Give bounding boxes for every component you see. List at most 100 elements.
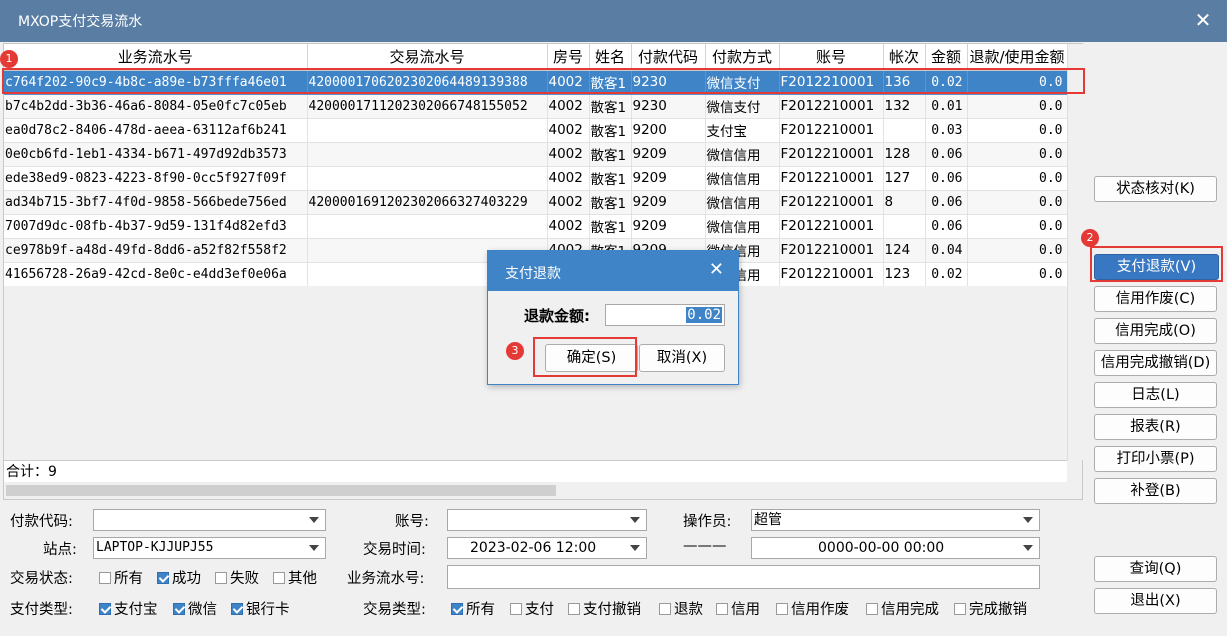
- checkbox-option[interactable]: 支付撤销: [568, 598, 641, 619]
- credit-complete-undo-button[interactable]: 信用完成撤销(D): [1094, 350, 1217, 376]
- checkbox-checked-icon[interactable]: [157, 572, 169, 584]
- column-header[interactable]: 退款/使用金额: [967, 44, 1067, 71]
- checkbox-unchecked-icon[interactable]: [954, 603, 966, 615]
- station-select[interactable]: LAPTOP-KJJUPJ55: [93, 537, 326, 559]
- checkbox-unchecked-icon[interactable]: [776, 603, 788, 615]
- time-to-picker[interactable]: 0000-00-00 00:00: [751, 537, 1040, 559]
- close-icon[interactable]: ✕: [1191, 6, 1215, 34]
- checkbox-checked-icon[interactable]: [231, 603, 243, 615]
- credit-complete-button[interactable]: 信用完成(O): [1094, 318, 1217, 344]
- table-cell: 123: [883, 262, 926, 286]
- checkbox-option[interactable]: 退款: [659, 598, 703, 619]
- table-row[interactable]: c764f202-90c9-4b8c-a89e-b73fffa46e01 4200…: [4, 70, 1067, 95]
- checkbox-option[interactable]: 支付: [510, 598, 554, 619]
- table-row[interactable]: ede38ed9-0823-4223-8f90-0cc5f927f09f 4002…: [4, 166, 1067, 191]
- column-header[interactable]: 帐次: [883, 44, 926, 71]
- table-cell: 散客1: [589, 70, 632, 95]
- column-header[interactable]: 房号: [547, 44, 590, 71]
- checkbox-checked-icon[interactable]: [173, 603, 185, 615]
- time-from-picker[interactable]: 2023-02-06 12:00: [447, 537, 647, 559]
- table-cell: F2012210001: [779, 142, 884, 167]
- pay-code-select[interactable]: [93, 509, 326, 531]
- checkbox-checked-icon[interactable]: [451, 603, 463, 615]
- checkbox-option[interactable]: 信用: [716, 598, 760, 619]
- column-header[interactable]: 交易流水号: [307, 44, 548, 71]
- table-row[interactable]: ea0d78c2-8406-478d-aeea-63112af6b241 4002…: [4, 118, 1067, 143]
- checkbox-option[interactable]: 完成撤销: [954, 598, 1027, 619]
- checkbox-unchecked-icon[interactable]: [99, 572, 111, 584]
- checkbox-option[interactable]: 失败: [215, 567, 259, 588]
- checkbox-unchecked-icon[interactable]: [510, 603, 522, 615]
- log-button[interactable]: 日志(L): [1094, 382, 1217, 408]
- checkbox-unchecked-icon[interactable]: [659, 603, 671, 615]
- checkbox-unchecked-icon[interactable]: [716, 603, 728, 615]
- horizontal-scrollbar-thumb[interactable]: [6, 485, 556, 496]
- print-receipt-button[interactable]: 打印小票(P): [1094, 446, 1217, 472]
- checkbox-option[interactable]: 信用完成: [866, 598, 939, 619]
- column-header[interactable]: 账号: [779, 44, 884, 71]
- table-cell: 散客1: [589, 214, 632, 239]
- checkbox-option[interactable]: 银行卡: [231, 598, 290, 619]
- table-cell: 128: [883, 142, 926, 167]
- confirm-button[interactable]: 确定(S): [545, 344, 638, 372]
- checkbox-option[interactable]: 其他: [273, 567, 317, 588]
- checkbox-option[interactable]: 成功: [157, 567, 201, 588]
- checkbox-label: 信用: [731, 602, 760, 618]
- credit-void-button[interactable]: 信用作废(C): [1094, 286, 1217, 312]
- column-header[interactable]: 姓名: [589, 44, 632, 71]
- table-cell: 0.0: [967, 70, 1067, 95]
- column-header[interactable]: 业务流水号: [4, 44, 308, 71]
- exit-button[interactable]: 退出(X): [1094, 588, 1217, 614]
- refund-amount-input[interactable]: 0.02: [605, 304, 725, 326]
- table-cell: 0.06: [925, 142, 968, 167]
- account-select[interactable]: [447, 509, 647, 531]
- checkbox-label: 信用作废: [791, 602, 849, 618]
- supplement-button[interactable]: 补登(B): [1094, 478, 1217, 504]
- operator-select[interactable]: 超管: [751, 509, 1040, 531]
- status-check-button[interactable]: 状态核对(K): [1094, 176, 1217, 202]
- checkbox-checked-icon[interactable]: [99, 603, 111, 615]
- column-header[interactable]: 付款代码: [631, 44, 706, 71]
- report-button[interactable]: 报表(R): [1094, 414, 1217, 440]
- column-header[interactable]: 金额: [925, 44, 968, 71]
- table-cell: 4200001711202302066748155052: [307, 94, 548, 119]
- checkbox-option[interactable]: 支付宝: [99, 598, 158, 619]
- table-row[interactable]: 0e0cb6fd-1eb1-4334-b671-497d92db3573 4002…: [4, 142, 1067, 167]
- table-cell: 4200001706202302064489139388: [307, 70, 548, 95]
- table-cell: 4002: [547, 94, 590, 119]
- checkbox-option[interactable]: 所有: [451, 598, 495, 619]
- table-cell: 0.06: [925, 166, 968, 191]
- column-header[interactable]: 付款方式: [705, 44, 780, 71]
- horizontal-scrollbar[interactable]: [4, 482, 1082, 499]
- table-cell: 0.0: [967, 94, 1067, 119]
- time-from-value: 2023-02-06 12:00: [470, 540, 597, 556]
- table-cell: 微信信用: [705, 166, 780, 191]
- table-row[interactable]: 7007d9dc-08fb-4b37-9d59-131f4d82efd3 4002…: [4, 214, 1067, 239]
- table-cell: ce978b9f-a48d-49fd-8dd6-a52f82f558f2: [4, 238, 308, 263]
- checkbox-unchecked-icon[interactable]: [273, 572, 285, 584]
- table-cell: [307, 118, 548, 143]
- checkbox-unchecked-icon[interactable]: [568, 603, 580, 615]
- checkbox-option[interactable]: 微信: [173, 598, 217, 619]
- table-cell: ea0d78c2-8406-478d-aeea-63112af6b241: [4, 118, 308, 143]
- pay-refund-button[interactable]: 支付退款(V): [1094, 254, 1219, 280]
- serial-input[interactable]: [447, 565, 1040, 589]
- table-row[interactable]: ad34b715-3bf7-4f0d-9858-566bede756ed 4200…: [4, 190, 1067, 215]
- checkbox-option[interactable]: 所有: [99, 567, 143, 588]
- checkbox-label: 银行卡: [246, 602, 290, 618]
- paytype-label: 支付类型:: [10, 602, 73, 618]
- vertical-scrollbar[interactable]: [1067, 44, 1083, 460]
- table-cell: 0.02: [925, 262, 968, 286]
- checkbox-unchecked-icon[interactable]: [866, 603, 878, 615]
- table-cell: 124: [883, 238, 926, 263]
- table-row[interactable]: b7c4b2dd-3b36-46a6-8084-05e0fc7c05eb 4200…: [4, 94, 1067, 119]
- table-cell: 散客1: [589, 142, 632, 167]
- table-cell: 4002: [547, 118, 590, 143]
- cancel-button[interactable]: 取消(X): [639, 344, 725, 372]
- table-cell: [883, 214, 926, 239]
- checkbox-option[interactable]: 信用作废: [776, 598, 849, 619]
- checkbox-unchecked-icon[interactable]: [215, 572, 227, 584]
- close-icon[interactable]: ✕: [709, 259, 724, 280]
- query-button[interactable]: 查询(Q): [1094, 556, 1217, 582]
- table-cell: 支付宝: [705, 118, 780, 143]
